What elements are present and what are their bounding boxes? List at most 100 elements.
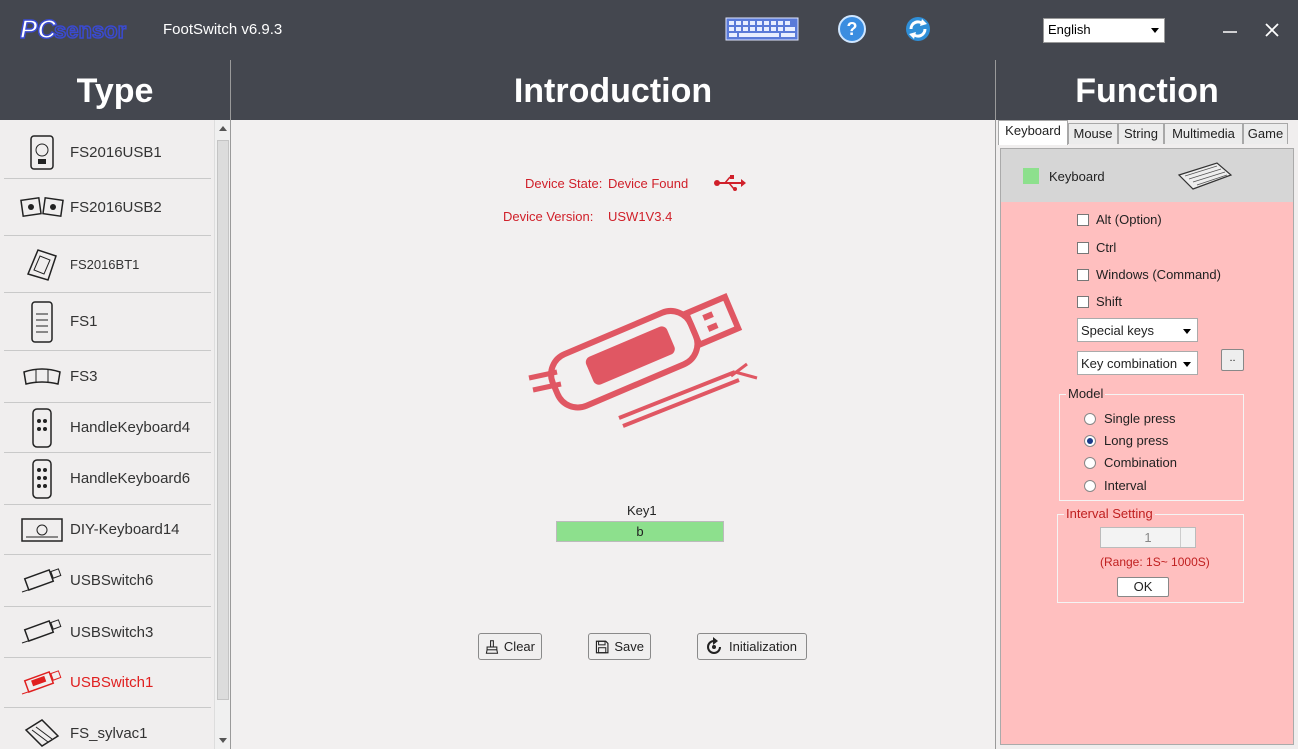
clear-button[interactable]: Clear [478,633,542,660]
svg-text:sensor: sensor [54,18,127,43]
keyboard-icon [1177,162,1233,190]
scroll-down-icon[interactable] [219,738,227,743]
type-item-fs2016usb1[interactable]: FS2016USB1 [4,126,211,179]
type-header: Type [0,60,230,120]
keyboard-icon[interactable] [725,14,799,44]
keyboard-mode-label: Keyboard [1049,169,1105,184]
type-item-fs2016bt1[interactable]: FS2016BT1 [4,236,211,293]
type-item-usbswitch3[interactable]: USBSwitch3 [4,607,211,658]
ctrl-label: Ctrl [1096,240,1117,255]
introduction-panel: Device State: Device Found Device Versio… [231,120,995,749]
type-label: FS1 [70,313,98,330]
save-button[interactable]: Save [588,633,651,660]
fs2016usb1-icon [30,135,54,170]
type-item-handlekeyboard4[interactable]: HandleKeyboard4 [4,403,211,453]
tab-keyboard[interactable]: Keyboard [998,120,1068,145]
type-item-fs2016usb2[interactable]: FS2016USB2 [4,179,211,236]
alt-label: Alt (Option) [1096,212,1162,227]
scrollbar-thumb[interactable] [217,140,229,700]
radio-interval[interactable]: Interval [1084,478,1147,493]
help-icon[interactable]: ? [837,14,867,44]
fs2016usb2-icon [20,196,64,218]
tab-mouse[interactable]: Mouse [1068,123,1118,144]
reset-icon [707,636,721,654]
type-list-scrollbar[interactable] [214,120,230,749]
initialization-label: Initialization [729,639,797,654]
save-icon [595,640,609,653]
key1-label: Key1 [627,503,657,518]
more-button[interactable]: .. [1221,349,1244,371]
minimize-button[interactable] [1220,20,1240,40]
special-keys-select[interactable]: Special keys [1077,318,1198,342]
fs1-icon [31,300,53,343]
chevron-down-icon [1183,362,1191,367]
combination-label: Combination [1104,455,1177,470]
windows-checkbox[interactable]: Windows (Command) [1077,267,1221,282]
ctrl-checkbox[interactable]: Ctrl [1077,240,1116,255]
alt-checkbox[interactable]: Alt (Option) [1077,212,1162,227]
function-panel: Keyboard Mouse String Multimedia Game Ke… [996,120,1298,749]
svg-text:PC: PC [20,14,57,44]
handlekeyboard4-icon [32,407,52,448]
type-item-fs3[interactable]: FS3 [4,351,211,403]
initialization-button[interactable]: Initialization [697,633,807,660]
keyboard-function-panel: Keyboard Alt (Option) Ctrl Windows (Comm… [1000,148,1294,745]
type-label: USBSwitch3 [70,623,154,641]
tab-string[interactable]: String [1118,123,1164,144]
usb-switch-illustration [528,293,758,428]
ok-button[interactable]: OK [1117,577,1169,597]
fs-sylvac1-icon [24,719,60,747]
interval-label: Interval [1104,478,1147,493]
type-label: DIY-Keyboard14 [70,521,180,538]
language-select[interactable]: English [1043,18,1165,43]
shift-checkbox[interactable]: Shift [1077,294,1122,309]
keyboard-mode-strip: Keyboard [1001,149,1293,202]
windows-label: Windows (Command) [1096,267,1221,282]
type-item-usbswitch6[interactable]: USBSwitch6 [4,555,211,607]
introduction-header: Introduction [231,60,995,120]
scroll-up-icon[interactable] [219,126,227,131]
radio-single-press[interactable]: Single press [1084,411,1176,426]
range-text: (Range: 1S~ 1000S) [1100,555,1210,569]
device-version-value: USW1V3.4 [608,209,673,224]
interval-spinbox[interactable]: 1 [1100,527,1196,548]
close-button[interactable] [1262,20,1282,40]
long-press-label: Long press [1104,433,1169,448]
type-label: HandleKeyboard4 [70,419,191,436]
type-item-fs-sylvac1[interactable]: FS_sylvac1 [4,708,211,749]
tab-multimedia[interactable]: Multimedia [1164,123,1243,144]
device-state-label: Device State: [525,176,603,191]
svg-text:?: ? [847,19,858,39]
type-item-usbswitch1[interactable]: USBSwitch1 [4,658,211,708]
chevron-down-icon [1183,329,1191,334]
type-item-diy-keyboard14[interactable]: DIY-Keyboard14 [4,505,211,555]
handlekeyboard6-icon [32,458,52,499]
refresh-icon[interactable] [903,14,933,44]
key1-value[interactable]: b [556,521,724,542]
interval-value: 1 [1144,530,1152,545]
model-title: Model [1066,386,1106,401]
fs2016bt1-icon [26,249,57,281]
type-item-handlekeyboard6[interactable]: HandleKeyboard6 [4,453,211,505]
mode-indicator [1023,168,1039,184]
type-label: FS2016USB1 [70,143,162,161]
chevron-down-icon [1151,28,1159,33]
special-keys-value: Special keys [1081,323,1154,338]
key-combination-select[interactable]: Key combination [1077,351,1198,375]
tab-game[interactable]: Game [1243,123,1288,144]
single-press-label: Single press [1104,411,1176,426]
usbswitch6-icon [21,567,62,592]
type-list: FS2016USB1 FS2016USB2 FS2016BT1 FS1 FS3 … [0,120,230,749]
spin-arrows-icon[interactable] [1180,528,1195,547]
type-label: HandleKeyboard6 [70,470,191,487]
interval-setting-group: Interval Setting 1 (Range: 1S~ 1000S) OK [1057,506,1244,603]
function-header: Function [996,60,1298,120]
radio-long-press[interactable]: Long press [1084,433,1168,448]
type-item-fs1[interactable]: FS1 [4,293,211,351]
clear-label: Clear [503,639,535,654]
radio-combination[interactable]: Combination [1084,455,1177,470]
language-value: English [1048,22,1091,37]
title-bar: PC sensor FootSwitch v6.9.3 ? English [0,0,1298,60]
broom-icon [485,639,499,654]
type-label: FS3 [70,368,98,385]
